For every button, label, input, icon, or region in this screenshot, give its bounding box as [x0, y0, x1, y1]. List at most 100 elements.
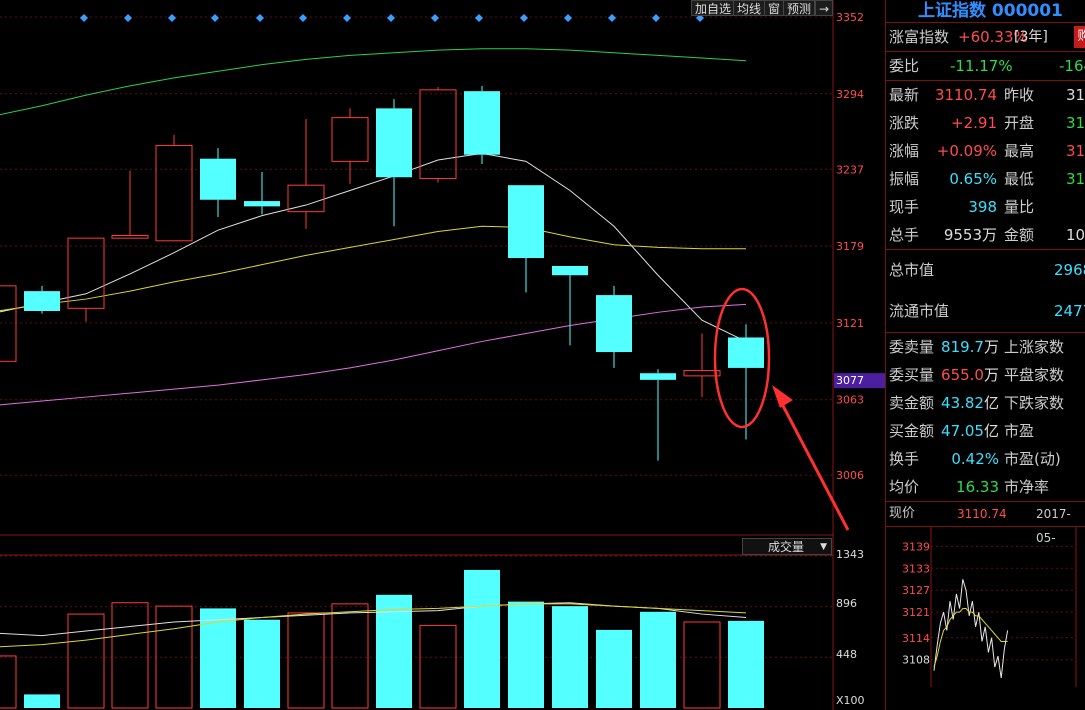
event-marker-diamond [608, 14, 616, 22]
stock-title: 上证指数 000001 [886, 0, 1085, 23]
candle-body-down[interactable] [244, 201, 280, 207]
candle-body-up[interactable] [111, 235, 149, 239]
candle-body-down[interactable] [464, 91, 500, 155]
volume-bars[interactable] [0, 569, 764, 709]
candle-body-down[interactable] [596, 295, 632, 353]
volume-bar-down[interactable] [596, 629, 632, 708]
stat-value-2: 31 [1066, 114, 1085, 132]
event-marker-diamond [256, 14, 264, 22]
volume-bar-down[interactable] [464, 569, 500, 708]
annotation-arrow-line [778, 399, 850, 531]
event-marker-diamond [211, 14, 219, 22]
stat-row: 振幅 0.65% 最低 31 [886, 165, 1085, 193]
order-label-2: 平盘家数 [1004, 366, 1065, 384]
order-number: 16.33 [956, 478, 999, 496]
order-unit: 万 [983, 366, 999, 384]
order-label-2: 市盈(动) [1004, 450, 1061, 468]
order-unit: 万 [983, 338, 999, 356]
volume-bar-up[interactable] [331, 603, 369, 709]
stat-value-2: 31 [1066, 142, 1085, 160]
candle-body-up[interactable] [419, 89, 457, 180]
candle-body-down[interactable] [640, 373, 676, 380]
volume-bar-up[interactable] [419, 624, 457, 709]
order-number: 43.82 [941, 394, 984, 412]
cap-value: 2968 [1054, 261, 1085, 279]
market-cap-stats: 总市值 2968 流通市值 2477 [886, 250, 1085, 333]
order-value: 47.05亿 [941, 417, 999, 445]
exit-arrow-icon[interactable]: → [815, 0, 833, 16]
mini-tick-label: 3139 [902, 540, 930, 553]
candle-body-up[interactable] [0, 285, 17, 362]
window-button[interactable]: 窗 [764, 0, 785, 16]
volume-bar-up[interactable] [111, 602, 149, 709]
event-marker-diamond [343, 14, 351, 22]
ma-line-button[interactable]: 均线 [733, 0, 766, 16]
stat-label-2: 昨收 [1004, 86, 1035, 104]
mini-tick-label: 3127 [902, 584, 930, 597]
chart-area[interactable]: 3352 3294 3237 3179 3121 3063 3006 3077 1343 896… [0, 0, 885, 710]
cap-label: 总市值 [889, 261, 935, 279]
volume-bar-up[interactable] [683, 621, 721, 709]
candle-body-down[interactable] [24, 291, 60, 311]
order-label: 委卖量 [889, 338, 935, 356]
order-label-2: 市净率 [1004, 478, 1050, 496]
mini-tick-label: 3121 [902, 606, 930, 619]
event-marker-diamond [564, 14, 572, 22]
price-ma-line [0, 152, 747, 342]
intraday-mini-chart[interactable]: 3139 3133 3127 3121 3114 3108 [886, 527, 1085, 687]
volume-bar-down[interactable] [640, 611, 676, 708]
event-marker-diamond [387, 14, 395, 22]
candle-body-down[interactable] [552, 265, 588, 276]
volume-tick-label: 896 [836, 597, 857, 610]
candle-body-down[interactable] [200, 158, 236, 200]
event-markers [80, 14, 704, 22]
add-watchlist-button[interactable]: 加自选 [691, 0, 736, 16]
order-label: 买金额 [889, 422, 935, 440]
volume-bar-down[interactable] [200, 608, 236, 708]
candle-body-down[interactable] [728, 337, 764, 368]
volume-bar-down[interactable] [728, 620, 764, 708]
order-value: 16.33 [956, 473, 999, 501]
volume-bar-down[interactable] [24, 694, 60, 708]
stat-value-2: 310 [1066, 86, 1085, 104]
commission-value: -11.17% [950, 57, 1013, 75]
mini-tick-label: 3114 [902, 632, 930, 645]
event-marker-diamond [80, 14, 88, 22]
forecast-button[interactable]: 预测 [783, 0, 816, 16]
stat-label: 最新 [889, 86, 920, 104]
volume-bar-up[interactable] [287, 612, 325, 709]
index-period: [3年] [1014, 29, 1048, 45]
mini-tick-label: 3133 [902, 562, 930, 575]
volume-bar-down[interactable] [508, 601, 544, 708]
commission-row: 委比 -11.17% -164 [886, 52, 1085, 81]
candle-body-down[interactable] [508, 185, 544, 259]
highlight-annotation [713, 287, 850, 531]
volume-bar-down[interactable] [552, 606, 588, 708]
order-value: 819.7万 [941, 333, 999, 361]
candle-body-up[interactable] [67, 237, 105, 309]
cap-value: 2477 [1054, 302, 1085, 320]
volume-tick-label: 1343 [836, 548, 864, 561]
price-tick-label: 3352 [836, 11, 864, 24]
stat-value: 9553万 [943, 226, 997, 244]
candle-body-up[interactable] [331, 117, 369, 162]
stat-label-2: 量比 [1004, 198, 1035, 216]
volume-bar-up[interactable] [0, 655, 17, 709]
candle-body-down[interactable] [376, 108, 412, 178]
buy-button[interactable]: 购 [1074, 26, 1085, 48]
mini-price-label: 现价 [889, 506, 916, 521]
event-marker-diamond [299, 14, 307, 22]
volume-bar-up[interactable] [67, 613, 105, 709]
candle-body-up[interactable] [155, 144, 193, 242]
order-unit: 亿 [983, 422, 999, 440]
commission-diff: -164 [1059, 57, 1085, 75]
volume-indicator-select[interactable]: 成交量 ▼ [742, 538, 832, 555]
volume-bar-down[interactable] [244, 619, 280, 708]
candlesticks[interactable] [0, 85, 764, 461]
order-row: 换手 0.42% 市盈(动) [886, 445, 1085, 473]
price-tick-label: 3006 [836, 469, 864, 482]
mini-tick-label: 3108 [902, 654, 930, 667]
price-tick-label: 3294 [836, 88, 864, 101]
price-tick-label: 3063 [836, 394, 864, 407]
stat-label: 振幅 [889, 170, 920, 188]
